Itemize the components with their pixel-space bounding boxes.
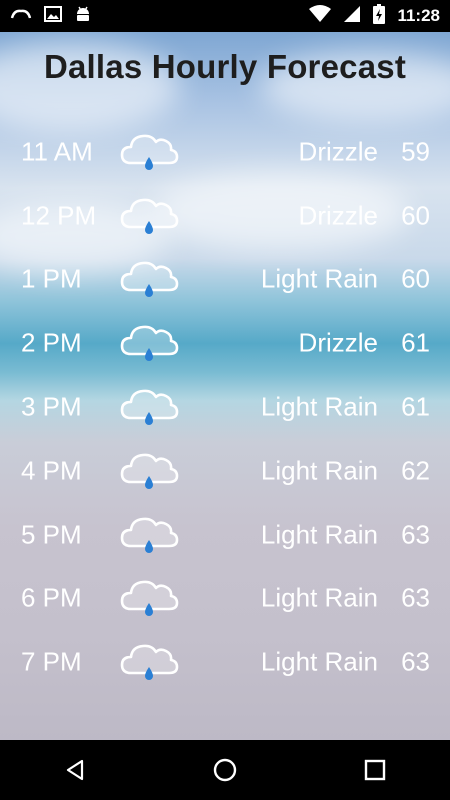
cloud-icon	[10, 7, 32, 25]
forecast-time: 3 PM	[21, 391, 82, 422]
forecast-row: 11 AM Drizzle 59	[0, 120, 450, 184]
forecast-row: 6 PM Light Rain 63	[0, 567, 450, 631]
rain-cloud-icon	[119, 320, 179, 366]
rain-cloud-icon	[119, 384, 179, 430]
forecast-time: 12 PM	[21, 200, 97, 231]
wifi-icon	[309, 4, 332, 28]
image-icon	[44, 5, 62, 27]
rain-cloud-icon	[119, 639, 179, 685]
forecast-time: 4 PM	[21, 455, 82, 486]
forecast-time: 6 PM	[21, 582, 82, 613]
back-button[interactable]	[45, 740, 105, 800]
forecast-condition: Light Rain	[260, 391, 378, 422]
battery-charging-icon	[373, 3, 386, 29]
forecast-condition: Light Rain	[260, 519, 378, 550]
recents-button[interactable]	[345, 740, 405, 800]
forecast-condition: Drizzle	[298, 327, 378, 358]
forecast-time: 1 PM	[21, 263, 82, 294]
forecast-condition: Light Rain	[260, 455, 378, 486]
rain-cloud-icon	[119, 448, 179, 494]
forecast-time: 2 PM	[21, 327, 82, 358]
forecast-temperature: 63	[401, 582, 430, 613]
forecast-row: 3 PM Light Rain 61	[0, 375, 450, 439]
signal-icon	[343, 5, 361, 28]
rain-cloud-icon	[119, 512, 179, 558]
forecast-temperature: 63	[401, 519, 430, 550]
rain-cloud-icon	[119, 193, 179, 239]
forecast-row: 12 PM Drizzle 60	[0, 184, 450, 248]
forecast-condition: Light Rain	[260, 646, 378, 677]
home-button[interactable]	[195, 740, 255, 800]
android-icon	[74, 5, 92, 28]
recents-icon	[364, 759, 386, 781]
status-bar: 11:28	[0, 0, 450, 32]
forecast-condition: Light Rain	[260, 582, 378, 613]
forecast-condition: Light Rain	[260, 263, 378, 294]
status-time: 11:28	[397, 6, 440, 25]
home-icon	[213, 758, 237, 782]
page-title: Dallas Hourly Forecast	[43, 48, 407, 85]
forecast-time: 7 PM	[21, 646, 82, 677]
forecast-row: 7 PM Light Rain 63	[0, 630, 450, 694]
status-right-icons: 11:28	[309, 3, 440, 29]
forecast-row: 4 PM Light Rain 62	[0, 439, 450, 503]
forecast-temperature: 59	[401, 136, 430, 167]
forecast-time: 11 AM	[21, 136, 93, 167]
forecast-temperature: 60	[401, 200, 430, 231]
status-left-icons	[10, 5, 92, 28]
forecast-condition: Drizzle	[298, 136, 378, 167]
forecast-temperature: 61	[401, 327, 430, 358]
navigation-bar	[0, 740, 450, 800]
forecast-condition: Drizzle	[298, 200, 378, 231]
forecast-temperature: 63	[401, 646, 430, 677]
forecast-row: 2 PM Drizzle 61	[0, 311, 450, 375]
forecast-row: 5 PM Light Rain 63	[0, 503, 450, 567]
forecast-temperature: 62	[401, 455, 430, 486]
forecast-time: 5 PM	[21, 519, 82, 550]
forecast-row: 1 PM Light Rain 60	[0, 248, 450, 312]
rain-cloud-icon	[119, 256, 179, 302]
forecast-list: 11 AM Drizzle 59 12 PM Drizzle 60 1 PM L…	[0, 120, 450, 694]
rain-cloud-icon	[119, 129, 179, 175]
back-icon	[66, 759, 84, 781]
forecast-temperature: 61	[401, 391, 430, 422]
forecast-temperature: 60	[401, 263, 430, 294]
rain-cloud-icon	[119, 575, 179, 621]
